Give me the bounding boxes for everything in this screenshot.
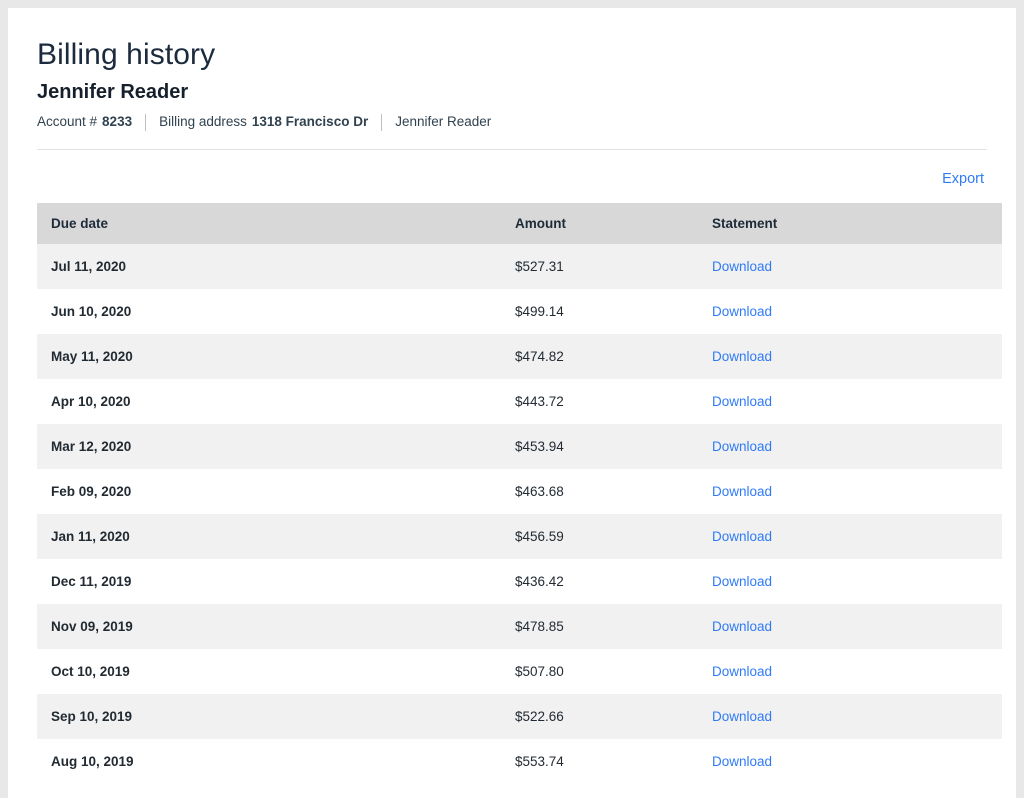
cell-amount: $478.85 <box>515 619 564 634</box>
cell-due-date: Jan 11, 2020 <box>51 529 130 544</box>
account-number-value: 8233 <box>102 114 133 129</box>
cell-due-date: Apr 10, 2020 <box>51 394 131 409</box>
cell-due-date: Nov 09, 2019 <box>51 619 133 634</box>
cell-due-date: Jun 10, 2020 <box>51 304 132 319</box>
table-row: Jan 11, 2020 $456.59 Download <box>37 514 1002 559</box>
cell-statement: Download <box>698 694 1002 739</box>
card-content: Billing history Jennifer Reader Account … <box>8 8 1016 784</box>
table-row: Aug 10, 2019 $553.74 Download <box>37 739 1002 784</box>
table-header-row: Due date Amount Statement <box>37 203 1002 244</box>
account-meta-line: Account # 8233 Billing address 1318 Fran… <box>37 105 992 131</box>
contact-name-group: Jennifer Reader <box>395 113 491 131</box>
cell-amount: $507.80 <box>515 664 564 679</box>
download-statement-link[interactable]: Download <box>712 619 772 634</box>
cell-amount: $527.31 <box>515 259 564 274</box>
contact-name-value: Jennifer Reader <box>395 114 492 129</box>
billing-address-value: 1318 Francisco Dr <box>251 114 369 129</box>
download-statement-link[interactable]: Download <box>712 349 772 364</box>
cell-due-date: Dec 11, 2019 <box>51 574 132 589</box>
billing-address-group: Billing address 1318 Francisco Dr <box>159 113 368 131</box>
table-row: Apr 10, 2020 $443.72 Download <box>37 379 1002 424</box>
cell-amount: $456.59 <box>515 529 564 544</box>
table-row: Jul 11, 2020 $527.31 Download <box>37 244 1002 289</box>
account-number-label: Account # <box>37 114 98 129</box>
table-row: Feb 09, 2020 $463.68 Download <box>37 469 1002 514</box>
download-statement-link[interactable]: Download <box>712 259 772 274</box>
table-row: May 11, 2020 $474.82 Download <box>37 334 1002 379</box>
cell-due-date: Oct 10, 2019 <box>51 664 130 679</box>
cell-statement: Download <box>698 514 1002 559</box>
download-statement-link[interactable]: Download <box>712 754 772 769</box>
table-row: Nov 09, 2019 $478.85 Download <box>37 604 1002 649</box>
cell-statement: Download <box>698 649 1002 694</box>
cell-statement: Download <box>698 469 1002 514</box>
cell-amount: $443.72 <box>515 394 564 409</box>
cell-statement: Download <box>698 739 1002 784</box>
cell-due-date: Feb 09, 2020 <box>51 484 132 499</box>
download-statement-link[interactable]: Download <box>712 709 772 724</box>
table-header: Due date Amount Statement <box>37 203 1002 244</box>
page-title: Billing history <box>37 38 216 71</box>
download-statement-link[interactable]: Download <box>712 529 772 544</box>
cell-due-date: Jul 11, 2020 <box>51 259 127 274</box>
download-statement-link[interactable]: Download <box>712 439 772 454</box>
cell-amount: $436.42 <box>515 574 564 589</box>
download-statement-link[interactable]: Download <box>712 304 772 319</box>
download-statement-link[interactable]: Download <box>712 574 772 589</box>
table-row: Sep 10, 2019 $522.66 Download <box>37 694 1002 739</box>
download-statement-link[interactable]: Download <box>712 484 772 499</box>
cell-statement: Download <box>698 379 1002 424</box>
cell-statement: Download <box>698 334 1002 379</box>
cell-statement: Download <box>698 424 1002 469</box>
cell-statement: Download <box>698 244 1002 289</box>
download-statement-link[interactable]: Download <box>712 394 772 409</box>
column-header-statement: Statement <box>698 203 1002 244</box>
table-row: Oct 10, 2019 $507.80 Download <box>37 649 1002 694</box>
account-number-group: Account # 8233 <box>37 113 132 131</box>
column-header-due-date: Due date <box>37 203 501 244</box>
billing-history-table: Due date Amount Statement Jul 11, 2020 $5… <box>37 203 1002 784</box>
cell-statement: Download <box>698 559 1002 604</box>
table-row: Dec 11, 2019 $436.42 Download <box>37 559 1002 604</box>
cell-due-date: Sep 10, 2019 <box>51 709 133 724</box>
cell-amount: $463.68 <box>515 484 564 499</box>
table-body: Jul 11, 2020 $527.31 Download Jun 10, 2020 $… <box>37 244 1002 784</box>
cell-statement: Download <box>698 604 1002 649</box>
table-row: Mar 12, 2020 $453.94 Download <box>37 424 1002 469</box>
account-holder-name: Jennifer Reader <box>37 81 189 103</box>
export-button[interactable]: Export <box>942 170 984 188</box>
table-toolbar: Export <box>37 150 992 188</box>
cell-due-date: Mar 12, 2020 <box>51 439 132 454</box>
cell-amount: $474.82 <box>515 349 564 364</box>
table-row: Jun 10, 2020 $499.14 Download <box>37 289 1002 334</box>
meta-divider-1 <box>145 113 147 131</box>
column-header-amount: Amount <box>501 203 698 244</box>
billing-history-card: Billing history Jennifer Reader Account … <box>8 8 1016 798</box>
meta-divider-2 <box>381 113 383 131</box>
billing-address-label: Billing address <box>159 114 247 129</box>
cell-amount: $553.74 <box>515 754 564 769</box>
cell-amount: $499.14 <box>515 304 564 319</box>
cell-due-date: May 11, 2020 <box>51 349 133 364</box>
cell-statement: Download <box>698 289 1002 334</box>
cell-due-date: Aug 10, 2019 <box>51 754 134 769</box>
download-statement-link[interactable]: Download <box>712 664 772 679</box>
cell-amount: $453.94 <box>515 439 564 454</box>
cell-amount: $522.66 <box>515 709 564 724</box>
